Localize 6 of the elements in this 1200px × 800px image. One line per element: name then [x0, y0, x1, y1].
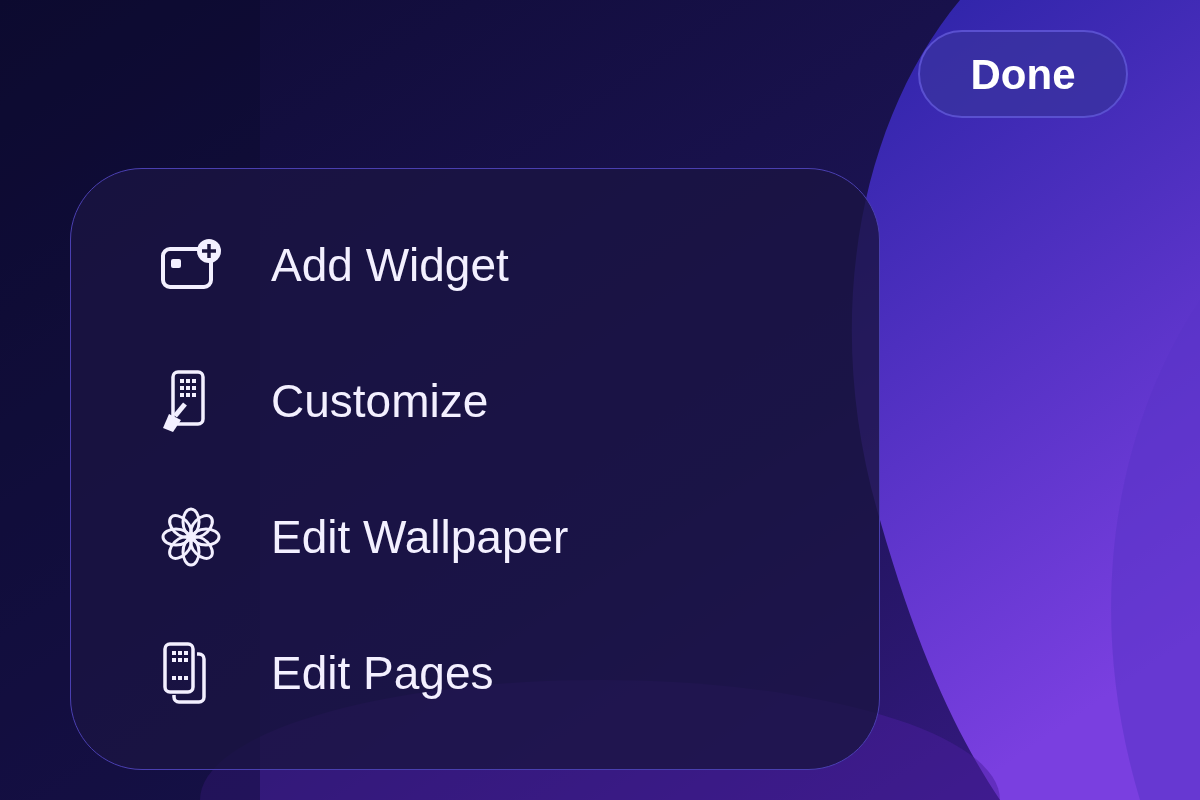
menu-item[interactable]: Add Widget [159, 225, 879, 305]
done-button[interactable]: Done [918, 30, 1128, 118]
menu-item[interactable]: Edit Wallpaper [159, 497, 879, 577]
menu-item[interactable]: Customize [159, 361, 879, 441]
menu-item[interactable]: Edit Pages [159, 633, 879, 713]
flower-icon [159, 505, 223, 569]
